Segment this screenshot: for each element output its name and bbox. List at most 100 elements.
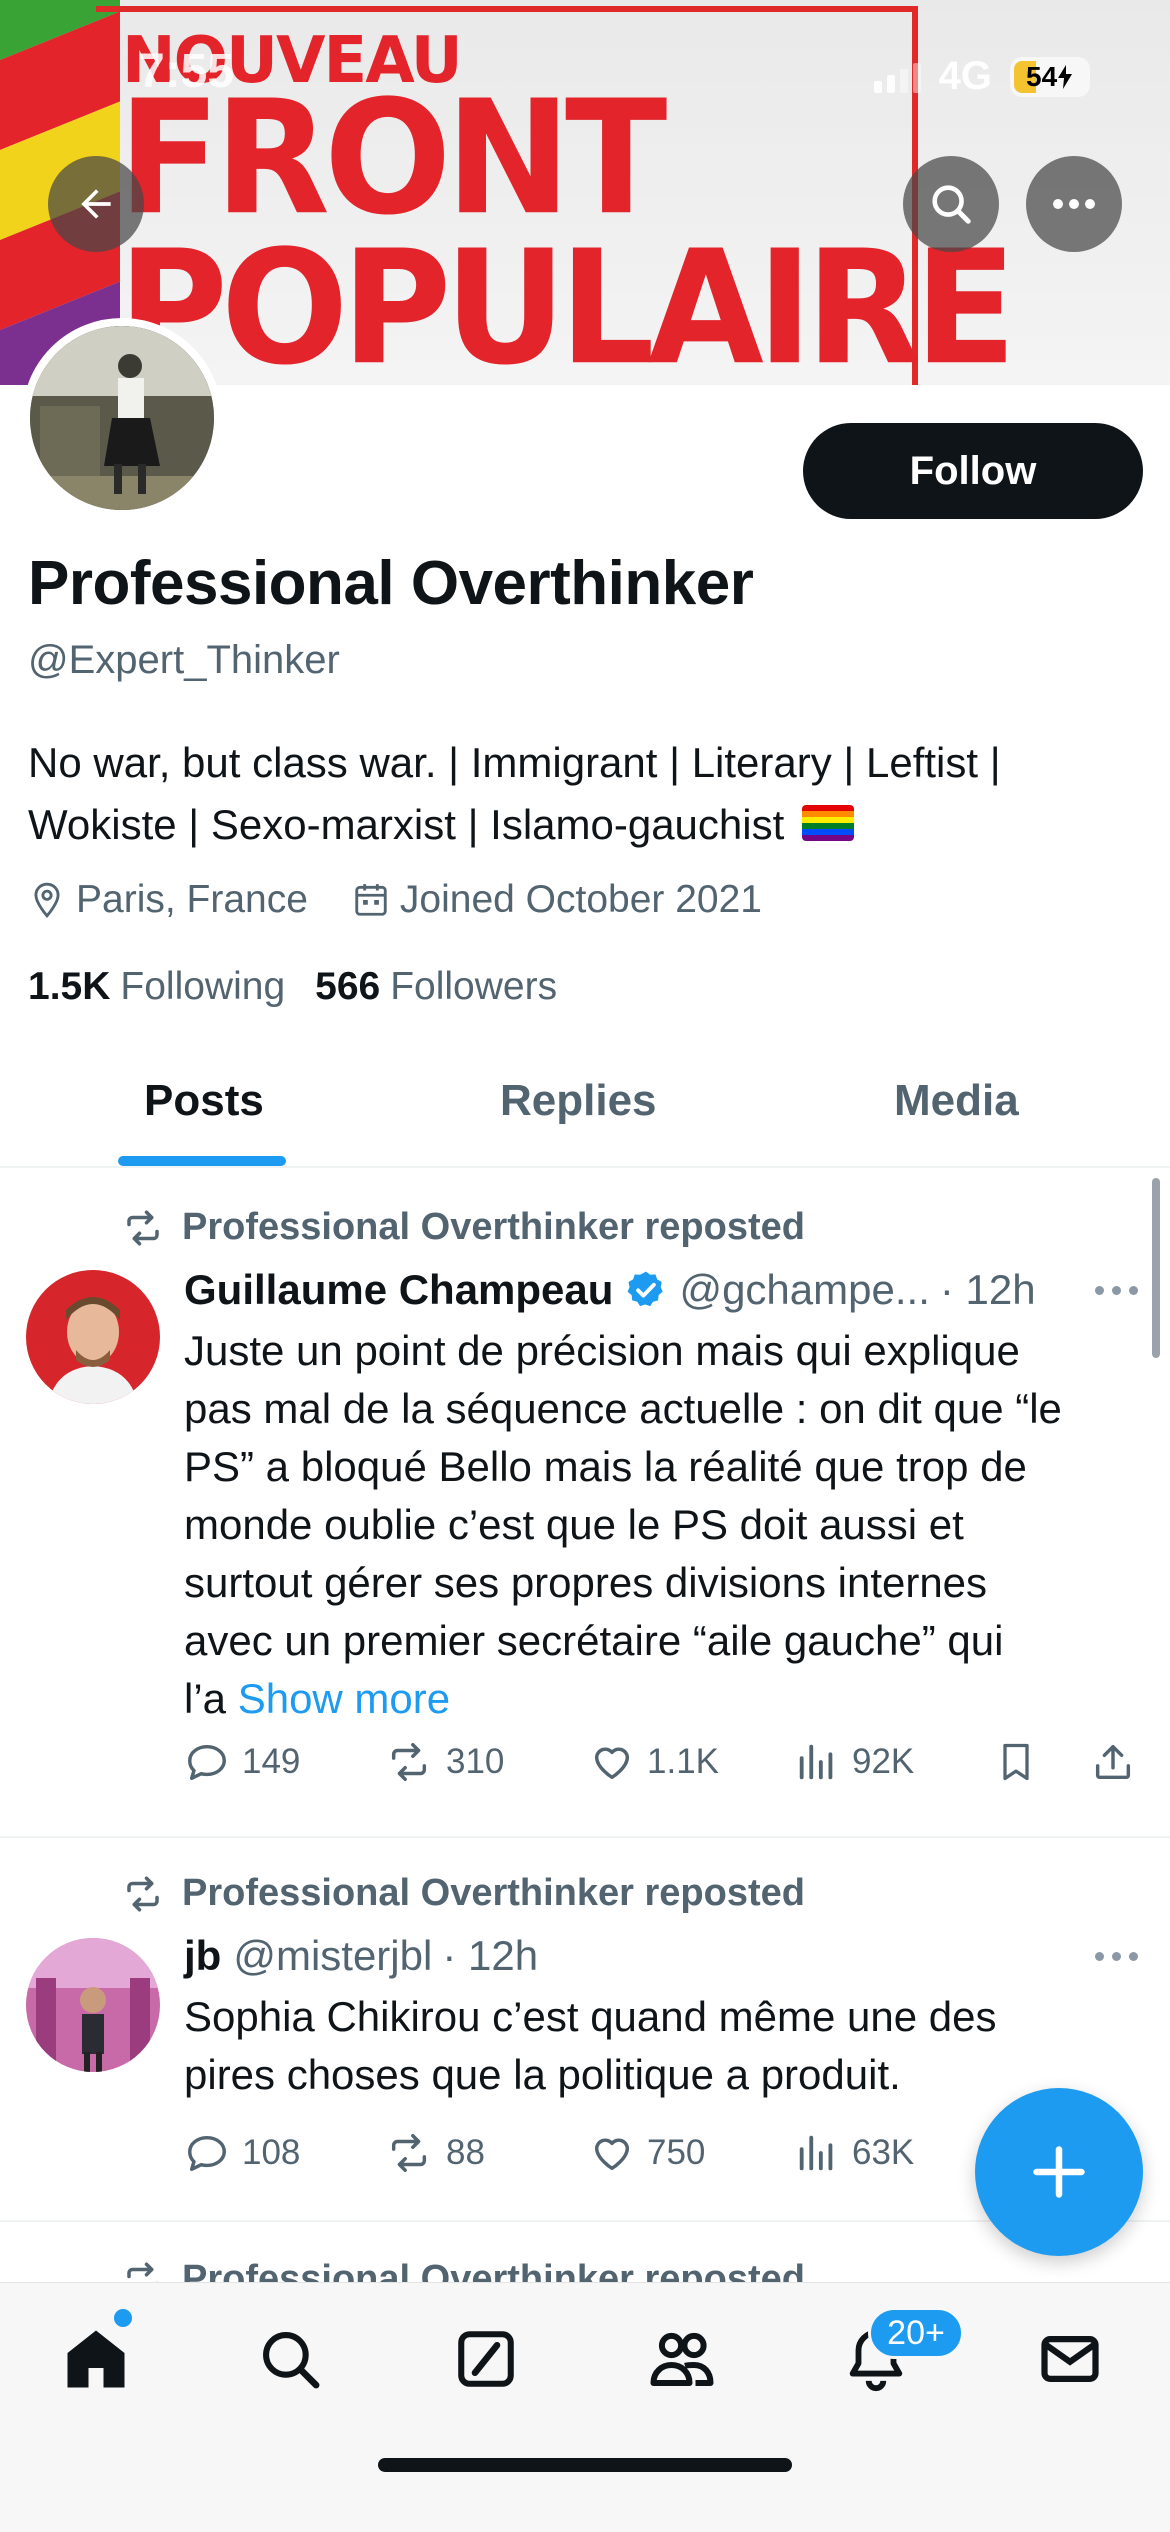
bookmark-button[interactable] — [994, 1738, 1090, 1786]
notification-count-badge: 20+ — [868, 2307, 964, 2359]
grok-icon — [458, 2331, 514, 2387]
heart-icon — [594, 2138, 630, 2171]
post-text-line: avec un premier secrétaire “aile gauche”… — [184, 1617, 1004, 1664]
reply-icon — [188, 1744, 226, 1781]
views-chart-icon — [799, 1744, 833, 1780]
bookmark-icon — [1003, 1743, 1029, 1781]
post-author-name[interactable]: Guillaume Champeau — [184, 1266, 613, 1314]
followers-count: 566 — [315, 965, 381, 1008]
home-indicator — [378, 2458, 792, 2472]
repost-label: Professional Overthinker reposted — [182, 1872, 805, 1914]
banner-text-populaire: POPULAIRE — [118, 217, 1017, 385]
views-count: 92K — [852, 1742, 915, 1781]
post-author-avatar[interactable] — [26, 1938, 160, 2072]
repost-button[interactable]: 88 — [384, 2130, 589, 2176]
search-icon — [263, 2332, 320, 2389]
search-button[interactable] — [903, 156, 999, 252]
profile-location: Paris, France — [76, 878, 308, 921]
network-type: 4G — [938, 54, 992, 98]
repost-button[interactable]: 310 — [384, 1739, 589, 1785]
compose-post-button[interactable] — [975, 2088, 1143, 2256]
nav-grok[interactable] — [446, 2319, 526, 2399]
post-more-button[interactable] — [1095, 1952, 1138, 1961]
like-count: 1.1K — [647, 1742, 719, 1781]
profile-bio: No war, but class war. | Immigrant | Lit… — [28, 732, 1128, 856]
plus-icon — [1033, 2146, 1085, 2198]
home-unread-dot — [114, 2309, 132, 2327]
post-text: Juste un point de précision mais qui exp… — [184, 1322, 1144, 1728]
following-link[interactable]: 1.5K Following — [28, 965, 285, 1009]
nav-home[interactable] — [56, 2319, 136, 2399]
communities-icon — [650, 2332, 714, 2386]
post-actions: 149 310 1.1K 92K — [184, 1738, 1136, 1786]
post-author-handle: @misterjbl — [233, 1932, 433, 1979]
post-author-avatar[interactable] — [26, 1270, 160, 1404]
heart-icon — [594, 1747, 630, 1780]
rainbow-flag-icon — [801, 805, 854, 841]
tab-replies[interactable]: Replies — [500, 1076, 657, 1126]
reply-button[interactable]: 108 — [184, 2130, 384, 2176]
repost-icon — [391, 2134, 427, 2172]
views-button[interactable]: 92K — [794, 1739, 994, 1785]
post-timestamp: · 12h — [442, 1932, 539, 1979]
repost-icon — [127, 1876, 159, 1911]
home-icon — [67, 2330, 125, 2388]
nav-communities[interactable] — [642, 2319, 722, 2399]
followers-label: Followers — [390, 965, 558, 1008]
post-header: Guillaume Champeau @gchampe... · 12h — [184, 1266, 1036, 1314]
post-item[interactable]: Professional Overthinker reposted Guilla… — [0, 1170, 1170, 1838]
reply-button[interactable]: 149 — [184, 1739, 384, 1785]
like-button[interactable]: 750 — [589, 2130, 794, 2176]
tab-posts[interactable]: Posts — [144, 1076, 264, 1126]
like-count: 750 — [647, 2133, 706, 2172]
more-options-button[interactable] — [1026, 156, 1122, 252]
back-button[interactable] — [48, 156, 144, 252]
repost-icon — [391, 1743, 427, 1781]
location-pin-icon — [34, 882, 60, 918]
post-text-line: Juste un point de précision mais qui exp… — [184, 1327, 1020, 1374]
views-button[interactable]: 63K — [794, 2130, 994, 2176]
post-author-name[interactable]: jb — [184, 1932, 221, 1980]
more-icon — [1053, 199, 1095, 209]
post-text-line: monde oublie c’est que le PS doit aussi … — [184, 1501, 964, 1548]
verified-badge-icon — [628, 1271, 664, 1307]
status-indicators: 4G 54 — [873, 54, 1090, 99]
back-arrow-icon — [81, 189, 111, 219]
repost-icon — [127, 1210, 159, 1245]
like-button[interactable]: 1.1K — [589, 1739, 794, 1785]
messages-envelope-icon — [1041, 2336, 1099, 2382]
reply-count: 108 — [242, 2133, 301, 2172]
profile-meta: Paris, France Joined October 2021 — [28, 878, 806, 922]
repost-count: 88 — [446, 2133, 485, 2172]
follow-button[interactable]: Follow — [803, 423, 1143, 519]
post-text-line: PS” a bloqué Bello mais la réalité que t… — [184, 1443, 1027, 1490]
profile-tabs: Posts Replies Media — [0, 1060, 1170, 1168]
post-text-line: Sophia Chikirou c’est quand même une des — [184, 1993, 997, 2040]
profile-counts: 1.5K Following 566 Followers — [28, 965, 587, 1009]
cell-signal-icon — [873, 61, 921, 93]
profile-avatar[interactable] — [22, 318, 222, 518]
banner-text-front: FRONT — [118, 67, 667, 251]
share-icon — [1095, 1744, 1131, 1780]
bottom-navigation: 20+ — [0, 2282, 1170, 2532]
post-text: Sophia Chikirou c’est quand même une des… — [184, 1988, 1144, 2104]
following-count: 1.5K — [28, 965, 111, 1008]
tab-media[interactable]: Media — [894, 1076, 1019, 1126]
post-header: jb @misterjbl · 12h — [184, 1932, 538, 1980]
repost-indicator: Professional Overthinker reposted — [122, 1206, 805, 1249]
nav-messages[interactable] — [1030, 2319, 1110, 2399]
nav-explore[interactable] — [250, 2319, 330, 2399]
post-more-button[interactable] — [1095, 1286, 1138, 1295]
post-item[interactable]: Professional Overthinker reposted — [0, 2224, 1170, 2300]
profile-name: Professional Overthinker — [28, 549, 754, 618]
share-button[interactable] — [1090, 1739, 1136, 1785]
show-more-link[interactable]: Show more — [238, 1675, 450, 1722]
status-time: 7:55 — [138, 45, 235, 98]
post-actions: 108 88 750 63K — [184, 2130, 994, 2176]
post-text-line: l’a — [184, 1675, 227, 1722]
bio-line-2: Wokiste | Sexo-marxist | Islamo-gauchist — [28, 801, 785, 848]
views-count: 63K — [852, 2133, 915, 2172]
profile-handle: @Expert_Thinker — [28, 638, 340, 682]
battery-level: 54 — [1026, 60, 1058, 92]
followers-link[interactable]: 566 Followers — [315, 965, 557, 1009]
